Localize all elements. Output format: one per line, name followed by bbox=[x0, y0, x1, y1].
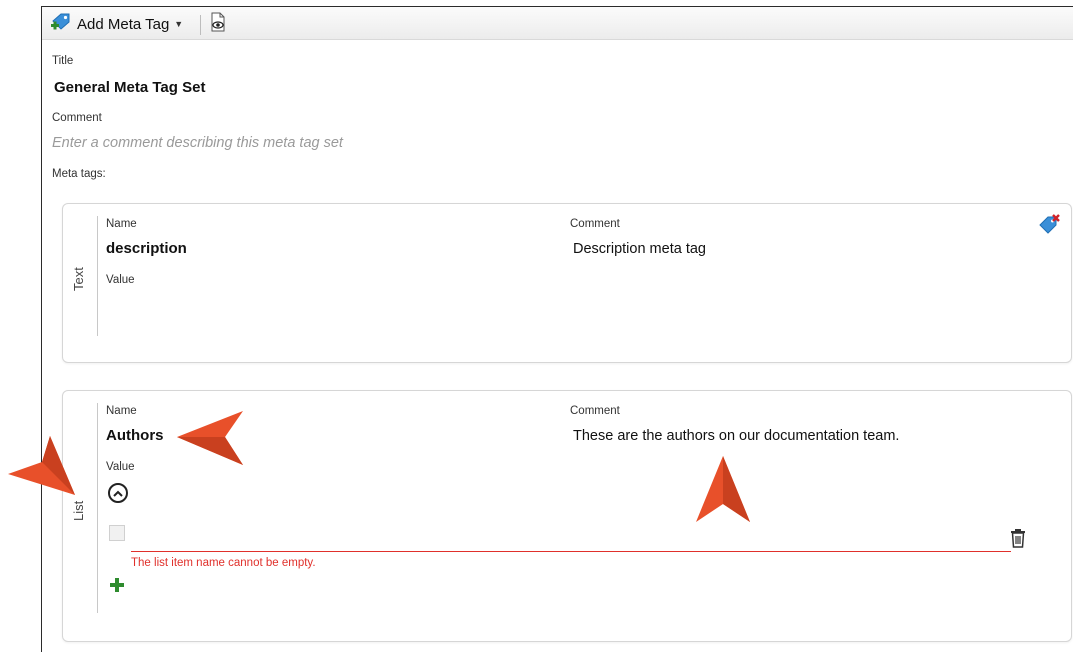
name-label: Name bbox=[106, 218, 137, 230]
list-item-checkbox[interactable] bbox=[109, 525, 125, 541]
add-meta-tag-label: Add Meta Tag bbox=[77, 15, 170, 33]
collapse-list-button[interactable] bbox=[108, 483, 128, 503]
add-meta-tag-button[interactable]: Add Meta Tag ▼ bbox=[50, 13, 183, 35]
meta-tag-name-field[interactable]: description bbox=[106, 240, 187, 257]
remove-meta-tag-button[interactable] bbox=[1038, 214, 1060, 236]
trash-icon bbox=[1011, 529, 1025, 548]
value-label: Value bbox=[106, 461, 135, 473]
plus-icon bbox=[110, 578, 124, 592]
toolbar-separator bbox=[200, 15, 201, 35]
comment-label: Comment bbox=[570, 218, 620, 230]
meta-tag-card-description: Text Name description Comment Descriptio… bbox=[62, 203, 1072, 363]
annotation-arrow-icon bbox=[177, 411, 243, 465]
title-field[interactable]: General Meta Tag Set bbox=[54, 79, 205, 96]
chevron-up-icon bbox=[113, 490, 123, 497]
annotation-arrow-icon bbox=[696, 456, 750, 522]
card-divider bbox=[97, 216, 98, 336]
card-divider bbox=[97, 403, 98, 613]
comment-field[interactable]: Enter a comment describing this meta tag… bbox=[52, 135, 343, 151]
remove-tag-icon bbox=[1039, 214, 1060, 234]
annotation-arrow-icon bbox=[8, 436, 75, 495]
comment-label: Comment bbox=[52, 112, 102, 124]
meta-tag-comment-field[interactable]: These are the authors on our documentati… bbox=[573, 428, 899, 444]
value-label: Value bbox=[106, 274, 135, 286]
meta-tag-add-icon bbox=[50, 12, 72, 37]
list-item-name-input[interactable] bbox=[131, 523, 1011, 552]
toolbar: Add Meta Tag ▼ bbox=[42, 7, 1073, 40]
list-item-error-message: The list item name cannot be empty. bbox=[131, 557, 316, 569]
chevron-down-icon: ▼ bbox=[174, 19, 184, 29]
comment-label: Comment bbox=[570, 405, 620, 417]
preview-button[interactable] bbox=[208, 12, 228, 37]
meta-tag-comment-field[interactable]: Description meta tag bbox=[573, 241, 706, 257]
name-label: Name bbox=[106, 405, 137, 417]
title-label: Title bbox=[52, 55, 74, 67]
meta-tag-name-field[interactable]: Authors bbox=[106, 427, 164, 444]
preview-document-icon bbox=[208, 12, 228, 37]
meta-tag-type-label: Text bbox=[71, 267, 86, 291]
meta-tags-label: Meta tags: bbox=[52, 168, 106, 180]
meta-tag-set-editor: Add Meta Tag ▼ Title General Meta Tag Se… bbox=[41, 6, 1073, 652]
add-list-item-button[interactable] bbox=[109, 577, 125, 593]
delete-list-item-button[interactable] bbox=[1009, 528, 1027, 548]
